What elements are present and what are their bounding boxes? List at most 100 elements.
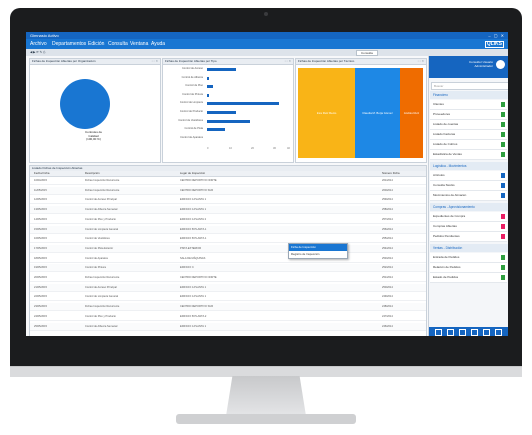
col-header[interactable]: Lugar de Inspección (180, 171, 205, 176)
bar[interactable] (207, 93, 210, 97)
bar[interactable] (207, 102, 279, 106)
table-row[interactable]: 19/05/2015 Control de Pintura EDIFICIO C 25… (30, 264, 426, 273)
table-row[interactable]: 13/05/2015 Control de Alberca Semanal EDIF… (30, 206, 426, 215)
table-row[interactable]: 11/05/2015 Fichas Inspección Recurrente CE… (30, 186, 426, 195)
sidebar-item[interactable]: Clientes (430, 100, 507, 110)
table-row[interactable]: 18/05/2015 Control de Aparatos SALA DE MÁQ… (30, 255, 426, 263)
sidebar-section-header[interactable]: Logística - Movimientos (430, 162, 508, 170)
task-icon[interactable] (471, 329, 478, 336)
treemap-cell[interactable]: Claudia M. Borja Gómez (355, 68, 400, 158)
table-row[interactable]: 14/05/2015 Control de Piso y Producto EDIF… (30, 216, 426, 224)
menu-edicion[interactable]: Edición (88, 41, 104, 47)
sidebar-section-header[interactable]: Financiero (430, 91, 508, 99)
table-row[interactable]: 12/05/2015 Control de Acceso Principal EDI… (30, 196, 426, 205)
sidebar-item[interactable]: Listado de Cobros (430, 140, 507, 150)
table-row[interactable]: 17/05/2015 Control de Pista Exterior PISTA… (30, 244, 426, 253)
sidebar-item[interactable]: Entrada de Pedidos (430, 253, 507, 263)
table-cell: EDIFICIO A PLANTA 1 (180, 198, 207, 202)
table-cell: 12/05/2015 (34, 198, 47, 202)
sidebar-item[interactable]: Listado Facturas (430, 130, 507, 140)
menu-ventana[interactable]: Ventana (130, 41, 148, 47)
treemap-cell[interactable]: Andrés Ruiz (400, 68, 423, 158)
task-icon[interactable] (483, 329, 490, 336)
table-cell: 23/05/2015 (34, 305, 47, 309)
table-row[interactable]: 24/05/2015 Control de Piso y Producto EDIF… (30, 313, 426, 321)
sidebar-header: Consultor Usuario Administrador (429, 56, 508, 78)
status-square-icon (501, 275, 505, 280)
panel-controls-icon[interactable]: ▫ ▫ ✕ (285, 59, 291, 64)
status-square-icon (501, 234, 505, 239)
sidebar-item[interactable]: Relación de Pedidos (430, 263, 507, 273)
sidebar-item[interactable]: Listado de cuentas (430, 120, 507, 130)
context-menu-item[interactable]: Ficha de Inspección (289, 244, 347, 251)
sidebar-item[interactable]: Pedidos Pendientes (430, 232, 507, 242)
col-header[interactable]: Número Ficha (382, 171, 400, 176)
bar-label: Control de Pista (184, 127, 203, 131)
bar[interactable] (207, 76, 210, 80)
task-icon[interactable] (495, 329, 502, 336)
table-cell: 10/04/2015 (34, 179, 47, 182)
sidebar-item-label: Expedientes de Compra (433, 214, 466, 218)
sidebar-item[interactable]: Expedientes de Compra (430, 212, 507, 222)
sidebar-item[interactable]: Consulta Stocks (430, 181, 507, 191)
task-icon[interactable] (459, 329, 466, 336)
table-row[interactable]: 16/05/2015 Control de Vestidores EDIFICIO … (30, 235, 426, 244)
sidebar-item-label: Pedidos Pendientes (433, 234, 460, 238)
toolbar-buttons-icon[interactable]: ◀ ▶ ⟳ ✎ ⎙ (30, 50, 45, 54)
table-cell: 18/05/2015 (34, 256, 47, 260)
context-menu-item[interactable]: Registro de Inspección (289, 251, 347, 258)
app-screen: Gimnasio Activo – ▢ ✕ Archivo Departamen… (26, 32, 508, 336)
sidebar-item[interactable]: Movimientos de Almacén (430, 191, 507, 201)
bar-label: Control de Producto (179, 110, 203, 113)
bar[interactable] (207, 119, 251, 123)
bar-label: Control de Aparatos (180, 135, 203, 139)
status-square-icon (501, 152, 505, 157)
table-cell: Control de Limpieza General (85, 295, 119, 299)
fichas-table: Listado Fichas de Inspección Abiertas Fe… (29, 165, 427, 336)
task-icon[interactable] (447, 329, 454, 336)
sidebar-item[interactable]: Estado de Pedidos (430, 273, 507, 283)
sidebar-item[interactable]: Estadística de Ventas (430, 150, 507, 160)
sidebar-item-label: Estadística de Ventas (433, 152, 462, 156)
menu-departamentos[interactable]: Departamentos (52, 41, 86, 47)
table-row[interactable]: 23/05/2015 Fichas Inspección Recurrente CE… (30, 303, 426, 312)
menu-ayuda[interactable]: Ayuda (151, 41, 165, 47)
sidebar-item[interactable]: Proveedores (430, 110, 507, 120)
table-row[interactable]: 10/04/2015 Fichas Inspección Recurrente CE… (30, 177, 426, 185)
table-row[interactable]: 25/05/2015 Control de Alberca Semanal EDIF… (30, 322, 426, 331)
status-square-icon (501, 265, 505, 270)
menu-consulta[interactable]: Consulta (108, 41, 128, 47)
table-cell: Control de Piso y Producto (85, 314, 116, 318)
pie-slice-controles-calidad[interactable] (60, 79, 110, 129)
avatar[interactable] (496, 60, 505, 69)
task-icon[interactable] (435, 329, 442, 336)
table-row[interactable]: 15/05/2015 Control de Limpieza General EDI… (30, 225, 426, 234)
panel-controls-icon[interactable]: ▫ ▫ ✕ (152, 59, 158, 64)
col-header[interactable]: Descripción (85, 171, 100, 176)
bar[interactable] (207, 85, 214, 89)
x-tick: 10 (229, 147, 232, 150)
sidebar-item-label: Proveedores (433, 112, 451, 116)
table-cell: Fichas Inspección Recurrente (85, 276, 120, 279)
table-row[interactable]: 20/05/2015 Fichas Inspección Recurrente CE… (30, 274, 426, 282)
bar[interactable] (207, 128, 226, 132)
col-header[interactable]: Fecha Ficha (34, 171, 49, 176)
table-row[interactable]: 22/05/2015 Control de Limpieza General EDI… (30, 293, 426, 302)
table-cell: EDIFICIO B PLANTA 1 (180, 227, 207, 231)
bar[interactable] (207, 68, 236, 71)
menu-archivo[interactable]: Archivo (30, 41, 47, 47)
window-controls-icon[interactable]: – ▢ ✕ (488, 33, 505, 38)
table-row[interactable]: 21/05/2015 Control de Acceso Principal EDI… (30, 283, 426, 292)
sidebar-search-input[interactable]: Buscar (431, 82, 508, 90)
panel-controls-icon[interactable]: ▫ ▫ ✕ (418, 59, 424, 64)
table-cell: CENTRO DEPORTIVO SUR (180, 188, 214, 192)
sidebar-item[interactable]: Compras Abiertas (430, 222, 507, 232)
sidebar-item[interactable]: Artículos (430, 171, 507, 181)
table-cell: 21/05/2015 (34, 285, 47, 289)
sidebar-section-header[interactable]: Ventas - Distribución (430, 244, 508, 252)
table-cell: 255/2014 (382, 237, 393, 241)
bar[interactable] (207, 111, 236, 114)
table-cell: PISTA EXTERIOR (180, 246, 202, 250)
sidebar-section-header[interactable]: Compras - Aprovisionamiento (430, 203, 508, 211)
treemap-cell[interactable]: Inés Ruiz Recio (298, 68, 355, 158)
